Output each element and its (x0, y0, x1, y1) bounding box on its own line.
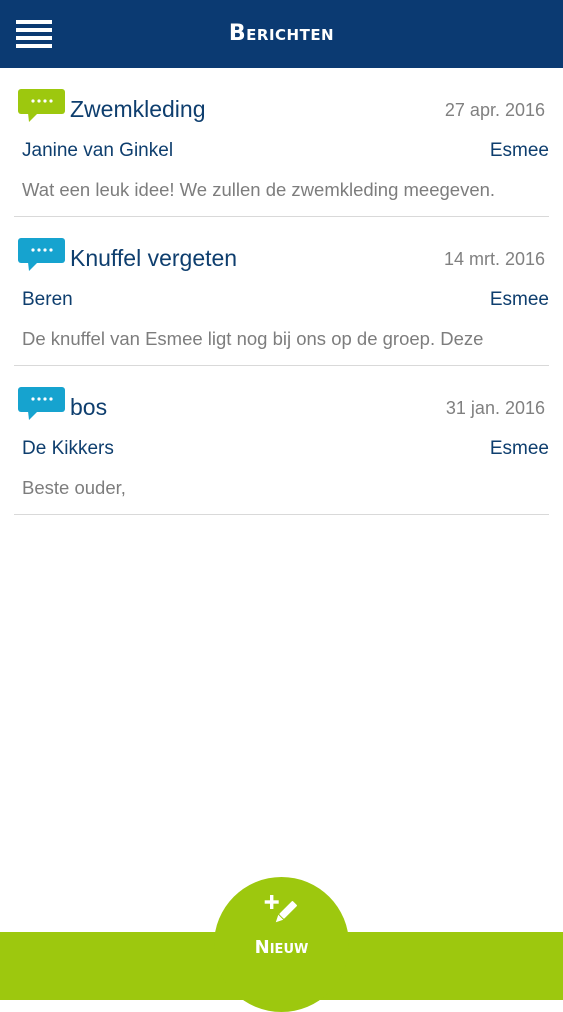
new-button-label: Nieuw (254, 937, 309, 958)
message-preview: De knuffel van Esmee ligt nog bij ons op… (22, 328, 484, 349)
message-date: 27 apr. 2016 (444, 100, 545, 120)
message-item[interactable]: bos 31 jan. 2016 De Kikkers Esmee Beste … (14, 366, 549, 515)
message-list: Zwemkleding 27 apr. 2016 Janine van Gink… (14, 68, 549, 515)
message-title: Knuffel vergeten (70, 245, 238, 271)
message-item[interactable]: Knuffel vergeten 14 mrt. 2016 Beren Esme… (14, 217, 549, 366)
message-sender: Janine van Ginkel (22, 140, 174, 161)
message-date: 31 jan. 2016 (445, 398, 545, 418)
message-title: bos (70, 394, 108, 420)
message-preview: Beste ouder, (22, 477, 126, 498)
message-sender: Beren (22, 289, 73, 310)
message-title: Zwemkleding (70, 96, 206, 122)
message-recipient: Esmee (489, 438, 549, 459)
app-header: Berichten (0, 0, 563, 68)
message-preview: Wat een leuk idee! We zullen de zwemkled… (22, 179, 496, 200)
message-date: 14 mrt. 2016 (443, 249, 545, 269)
green-speech-bubble-icon (18, 89, 65, 122)
pencil-plus-icon (263, 894, 299, 930)
blue-speech-bubble-icon (18, 238, 65, 271)
message-recipient: Esmee (489, 289, 549, 310)
new-message-button[interactable]: Nieuw (214, 877, 349, 1012)
message-recipient: Esmee (489, 140, 549, 161)
page-title: Berichten (228, 21, 335, 46)
blue-speech-bubble-icon (18, 387, 65, 420)
message-item[interactable]: Zwemkleding 27 apr. 2016 Janine van Gink… (14, 68, 549, 217)
message-sender: De Kikkers (22, 438, 114, 459)
